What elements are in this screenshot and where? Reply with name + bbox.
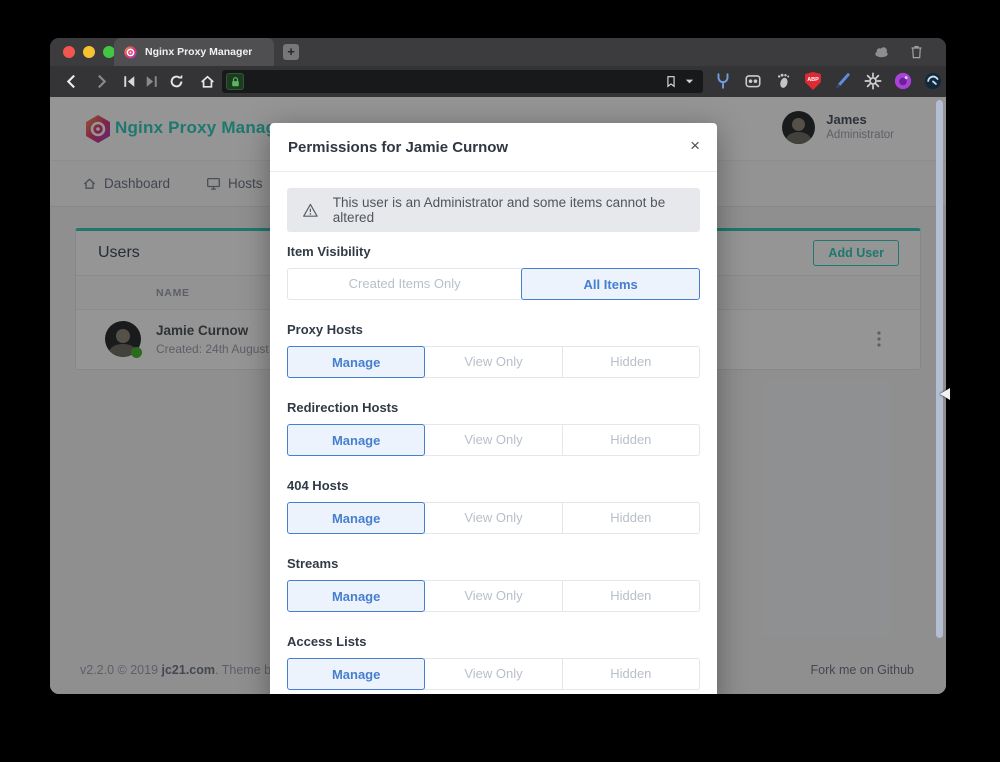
modal-header: Permissions for Jamie Curnow × bbox=[270, 123, 717, 172]
group-label: Access Lists bbox=[287, 634, 700, 650]
ext-adblock-icon[interactable]: ABP bbox=[804, 72, 822, 90]
new-tab-button[interactable]: + bbox=[283, 44, 299, 60]
option-manage[interactable]: Manage bbox=[287, 502, 425, 534]
modal-title: Permissions for Jamie Curnow bbox=[288, 139, 508, 156]
option-hidden[interactable]: Hidden bbox=[562, 658, 700, 690]
option-hidden[interactable]: Hidden bbox=[562, 502, 700, 534]
option-manage[interactable]: Manage bbox=[287, 580, 425, 612]
ext-purple-icon[interactable] bbox=[894, 72, 912, 90]
back-icon[interactable] bbox=[63, 73, 80, 90]
option-created-items-only[interactable]: Created Items Only bbox=[287, 268, 522, 300]
tab-favicon-icon bbox=[124, 46, 137, 59]
option-view-only[interactable]: View Only bbox=[424, 502, 562, 534]
option-view-only[interactable]: View Only bbox=[424, 580, 562, 612]
option-hidden[interactable]: Hidden bbox=[562, 424, 700, 456]
option-view-only[interactable]: View Only bbox=[424, 346, 562, 378]
option-hidden[interactable]: Hidden bbox=[562, 346, 700, 378]
browser-toolbar: ABP bbox=[50, 66, 946, 97]
ext-fork-icon[interactable] bbox=[714, 72, 732, 90]
ext-pen-icon[interactable] bbox=[834, 72, 852, 90]
screenshot-stage: Nginx Proxy Manager + bbox=[0, 0, 1000, 762]
permissions-modal: Permissions for Jamie Curnow × This user… bbox=[270, 123, 717, 694]
address-bar[interactable] bbox=[222, 70, 703, 93]
group-label: Item Visibility bbox=[287, 244, 700, 260]
warning-triangle-icon bbox=[302, 202, 319, 219]
home-icon[interactable] bbox=[199, 73, 216, 90]
skip-end-icon[interactable] bbox=[143, 73, 160, 90]
bookmark-icon[interactable] bbox=[664, 74, 678, 89]
permission-group-redirection-hosts: Redirection Hosts ManageView OnlyHidden bbox=[287, 400, 700, 456]
tab-title: Nginx Proxy Manager bbox=[145, 46, 252, 58]
ext-gauge-icon[interactable] bbox=[924, 72, 942, 90]
permission-group-404-hosts: 404 Hosts ManageView OnlyHidden bbox=[287, 478, 700, 534]
permission-segment: ManageView OnlyHidden bbox=[287, 580, 700, 612]
forward-icon[interactable] bbox=[93, 73, 110, 90]
item-visibility-group: Item Visibility Created Items OnlyAll It… bbox=[287, 244, 700, 300]
page-viewport: Nginx Proxy Manager James Administrator … bbox=[50, 97, 946, 694]
group-label: Streams bbox=[287, 556, 700, 572]
permission-segment: ManageView OnlyHidden bbox=[287, 658, 700, 690]
modal-close-icon[interactable]: × bbox=[690, 136, 700, 156]
permission-segment: ManageView OnlyHidden bbox=[287, 424, 700, 456]
option-view-only[interactable]: View Only bbox=[424, 658, 562, 690]
page-scrollbar-thumb[interactable] bbox=[936, 100, 943, 638]
browser-window: Nginx Proxy Manager + bbox=[50, 38, 946, 694]
option-manage[interactable]: Manage bbox=[287, 346, 425, 378]
window-close-button[interactable] bbox=[63, 46, 75, 58]
ext-containers-icon[interactable] bbox=[744, 72, 762, 90]
option-view-only[interactable]: View Only bbox=[424, 424, 562, 456]
skip-start-icon[interactable] bbox=[121, 73, 138, 90]
admin-alert: This user is an Administrator and some i… bbox=[287, 188, 700, 232]
browser-tab[interactable]: Nginx Proxy Manager bbox=[114, 38, 274, 66]
modal-body: This user is an Administrator and some i… bbox=[270, 172, 717, 694]
trash-icon[interactable] bbox=[909, 44, 924, 60]
group-label: 404 Hosts bbox=[287, 478, 700, 494]
ext-gnome-foot-icon[interactable] bbox=[774, 72, 792, 90]
mouse-cursor bbox=[940, 388, 950, 400]
option-manage[interactable]: Manage bbox=[287, 424, 425, 456]
permission-segment: ManageView OnlyHidden bbox=[287, 502, 700, 534]
ext-gear-icon[interactable] bbox=[864, 72, 882, 90]
option-manage[interactable]: Manage bbox=[287, 658, 425, 690]
item-visibility-segment: Created Items OnlyAll Items bbox=[287, 268, 700, 300]
permission-group-streams: Streams ManageView OnlyHidden bbox=[287, 556, 700, 612]
group-label: Proxy Hosts bbox=[287, 322, 700, 338]
option-all-items[interactable]: All Items bbox=[521, 268, 700, 300]
https-lock-icon[interactable] bbox=[226, 73, 244, 90]
cloud-icon[interactable] bbox=[873, 44, 890, 59]
permission-groups: Proxy HostsManageView OnlyHiddenRedirect… bbox=[287, 322, 700, 690]
group-label: Redirection Hosts bbox=[287, 400, 700, 416]
window-minimize-button[interactable] bbox=[83, 46, 95, 58]
reload-icon[interactable] bbox=[168, 73, 185, 90]
browser-titlebar: Nginx Proxy Manager + bbox=[50, 38, 946, 66]
admin-alert-text: This user is an Administrator and some i… bbox=[333, 195, 685, 225]
option-hidden[interactable]: Hidden bbox=[562, 580, 700, 612]
permission-group-access-lists: Access Lists ManageView OnlyHidden bbox=[287, 634, 700, 690]
permission-segment: ManageView OnlyHidden bbox=[287, 346, 700, 378]
permission-group-proxy-hosts: Proxy Hosts ManageView OnlyHidden bbox=[287, 322, 700, 378]
bookmarks-caret-icon[interactable] bbox=[684, 77, 695, 86]
